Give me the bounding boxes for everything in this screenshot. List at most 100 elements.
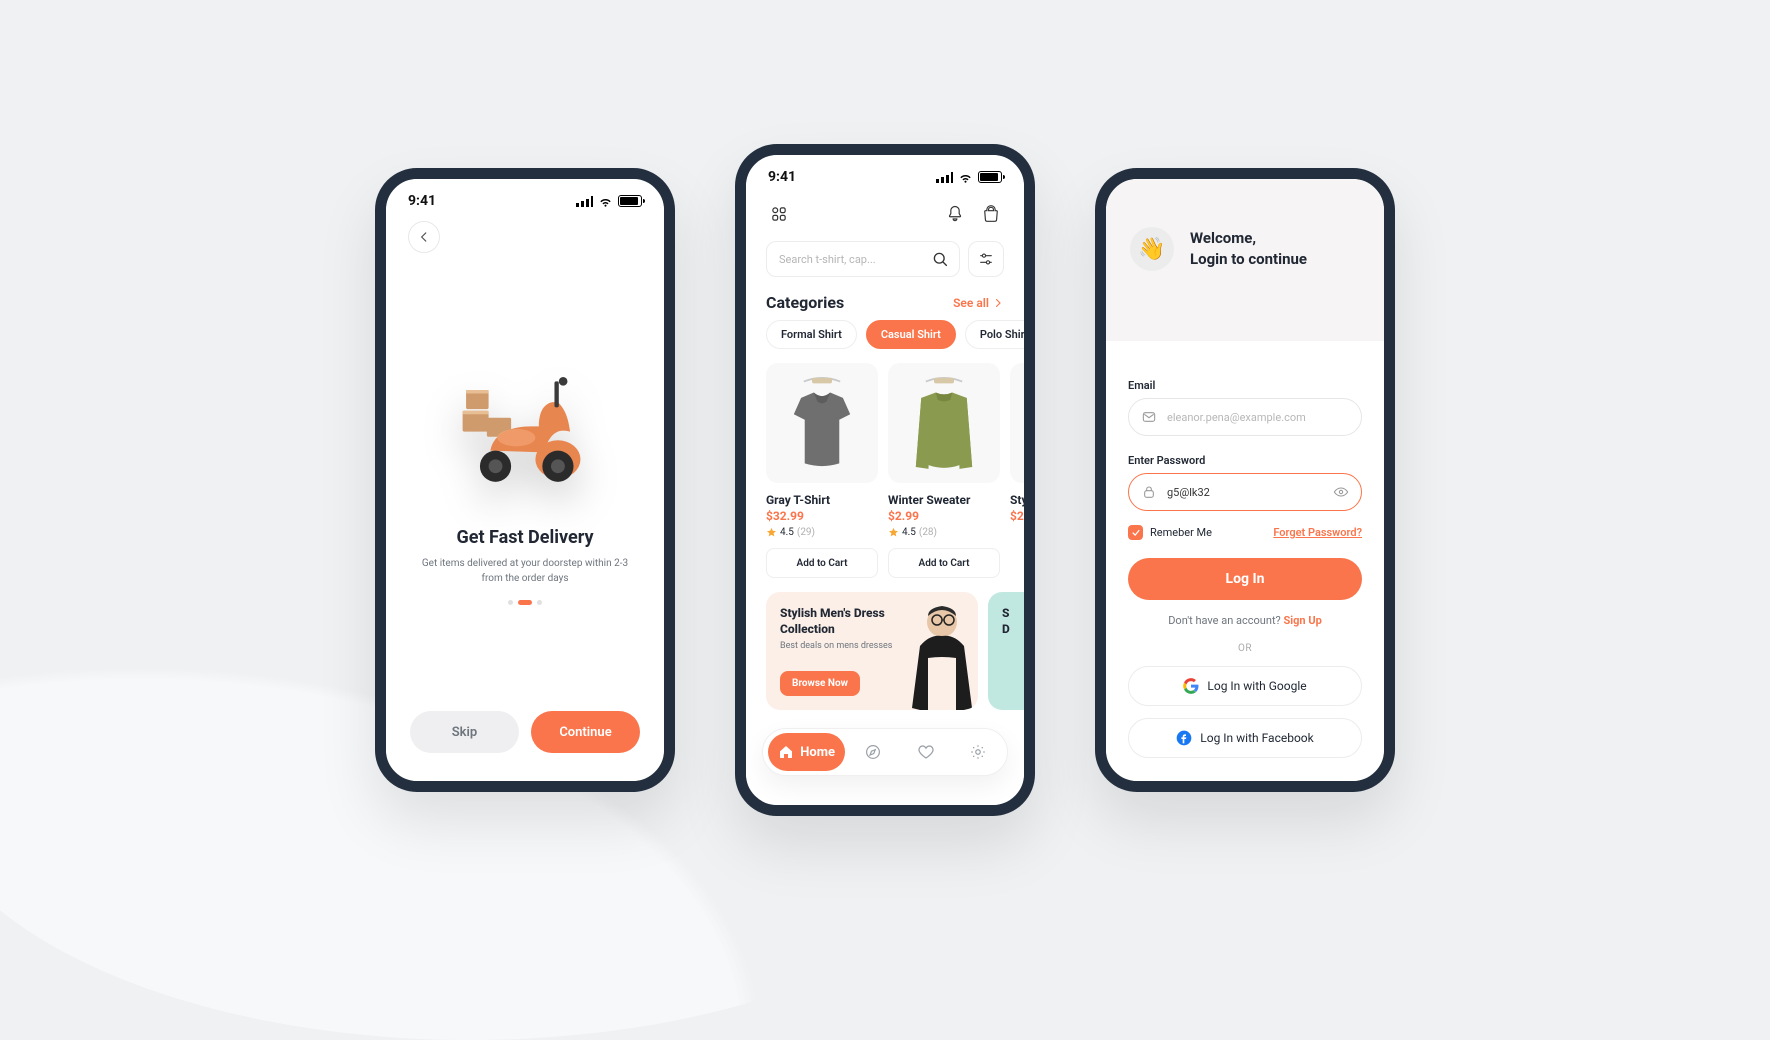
google-icon	[1183, 678, 1199, 694]
password-field[interactable]	[1128, 473, 1362, 511]
search-box[interactable]	[766, 241, 960, 277]
see-all-label: See all	[953, 296, 989, 310]
gear-icon	[969, 743, 987, 761]
add-to-cart-button[interactable]: Add to Cart	[766, 548, 878, 578]
tab-favorites[interactable]	[901, 733, 949, 771]
arrow-left-icon	[417, 230, 431, 244]
signup-prompt: Don't have an account? Sign Up	[1128, 614, 1362, 627]
product-card[interactable]: Styli $24.	[1010, 363, 1024, 578]
promo-title: Stylish Men's Dress Collection	[780, 606, 890, 637]
filter-button[interactable]	[968, 241, 1004, 277]
product-price: $2.99	[888, 509, 1000, 523]
signal-icon	[576, 196, 593, 207]
compass-icon	[864, 743, 882, 761]
phone-onboarding: 9:41	[375, 168, 675, 792]
remember-label: Remeber Me	[1150, 526, 1212, 539]
email-input[interactable]	[1165, 410, 1349, 425]
bag-icon	[981, 204, 1001, 224]
product-price: $24.	[1010, 509, 1024, 523]
chip-polo-shirt[interactable]: Polo Shirt	[965, 320, 1024, 349]
battery-icon	[978, 171, 1002, 183]
product-name: Styli	[1010, 493, 1024, 507]
wifi-icon	[958, 172, 973, 183]
login-heading: Welcome, Login to continue	[1190, 228, 1307, 270]
signup-link[interactable]: Sign Up	[1283, 614, 1321, 627]
product-image	[1010, 363, 1024, 483]
continue-button[interactable]: Continue	[531, 711, 640, 753]
chip-casual-shirt[interactable]: Casual Shirt	[866, 320, 956, 349]
login-header: 👋 Welcome, Login to continue	[1106, 179, 1384, 341]
battery-icon	[618, 195, 642, 207]
promo-card[interactable]: S D	[988, 592, 1024, 710]
product-rating: 4.5 (28)	[888, 527, 1000, 538]
remember-me[interactable]: Remeber Me	[1128, 525, 1212, 540]
facebook-icon	[1176, 730, 1192, 746]
product-name: Gray T-Shirt	[766, 493, 878, 507]
product-image	[766, 363, 878, 483]
or-divider: OR	[1128, 643, 1362, 654]
password-input[interactable]	[1165, 485, 1325, 500]
product-card[interactable]: Winter Sweater $2.99 4.5 (28) Add to Car…	[888, 363, 1000, 578]
product-rating: 4.5 (29)	[766, 527, 878, 538]
product-name: Winter Sweater	[888, 493, 1000, 507]
bell-icon	[945, 204, 965, 224]
category-chips: Formal Shirt Casual Shirt Polo Shirt Sle	[746, 320, 1024, 349]
search-input[interactable]	[777, 252, 923, 267]
heart-icon	[917, 743, 935, 761]
check-icon	[1131, 528, 1141, 538]
chip-formal-shirt[interactable]: Formal Shirt	[766, 320, 857, 349]
add-to-cart-button[interactable]: Add to Cart	[888, 548, 1000, 578]
status-time: 9:41	[408, 193, 436, 209]
phone-login: 👋 Welcome, Login to continue Email Enter…	[1095, 168, 1395, 792]
wifi-icon	[598, 196, 613, 207]
product-price: $32.99	[766, 509, 878, 523]
google-login-label: Log In with Google	[1207, 679, 1306, 693]
eye-icon[interactable]	[1333, 484, 1349, 500]
phone-home: 9:41	[735, 144, 1035, 816]
cart-button[interactable]	[980, 203, 1002, 225]
tab-bar: Home	[762, 728, 1008, 776]
tab-settings[interactable]	[954, 733, 1002, 771]
notifications-button[interactable]	[944, 203, 966, 225]
wave-emoji-icon: 👋	[1130, 227, 1174, 271]
chevron-right-icon	[992, 297, 1004, 309]
tab-explore[interactable]	[849, 733, 897, 771]
back-button[interactable]	[408, 221, 440, 253]
menu-grid-button[interactable]	[768, 203, 790, 225]
product-image	[888, 363, 1000, 483]
tab-home-label: Home	[800, 745, 835, 760]
categories-title: Categories	[766, 293, 844, 312]
google-login-button[interactable]: Log In with Google	[1128, 666, 1362, 706]
onboarding-subtitle: Get items delivered at your doorstep wit…	[420, 556, 630, 586]
forgot-password-link[interactable]: Forget Password?	[1273, 526, 1362, 539]
onboarding-title: Get Fast Delivery	[456, 527, 593, 548]
status-bar: 9:41	[746, 155, 1024, 193]
home-icon	[778, 744, 794, 760]
promo-model-illustration	[894, 600, 978, 710]
facebook-login-button[interactable]: Log In with Facebook	[1128, 718, 1362, 758]
lock-icon	[1141, 484, 1157, 500]
password-label: Enter Password	[1128, 454, 1362, 467]
scooter-illustration	[455, 359, 595, 499]
email-field[interactable]	[1128, 398, 1362, 436]
skip-button[interactable]: Skip	[410, 711, 519, 753]
email-label: Email	[1128, 379, 1362, 392]
remember-checkbox[interactable]	[1128, 525, 1143, 540]
page-dots	[508, 600, 542, 605]
star-icon	[888, 527, 899, 538]
product-card[interactable]: Gray T-Shirt $32.99 4.5 (29) Add to Cart	[766, 363, 878, 578]
login-button[interactable]: Log In	[1128, 558, 1362, 600]
promo-card[interactable]: Stylish Men's Dress Collection Best deal…	[766, 592, 978, 710]
mail-icon	[1141, 409, 1157, 425]
promo-title: S D	[1002, 606, 1024, 637]
search-icon	[931, 250, 949, 268]
see-all-link[interactable]: See all	[953, 296, 1004, 310]
facebook-login-label: Log In with Facebook	[1200, 731, 1313, 745]
browse-now-button[interactable]: Browse Now	[780, 671, 860, 696]
star-icon	[766, 527, 777, 538]
status-bar: 9:41	[386, 179, 664, 217]
signal-icon	[936, 172, 953, 183]
tab-home[interactable]: Home	[768, 733, 845, 771]
grid-icon	[770, 205, 788, 223]
sliders-icon	[978, 251, 994, 267]
